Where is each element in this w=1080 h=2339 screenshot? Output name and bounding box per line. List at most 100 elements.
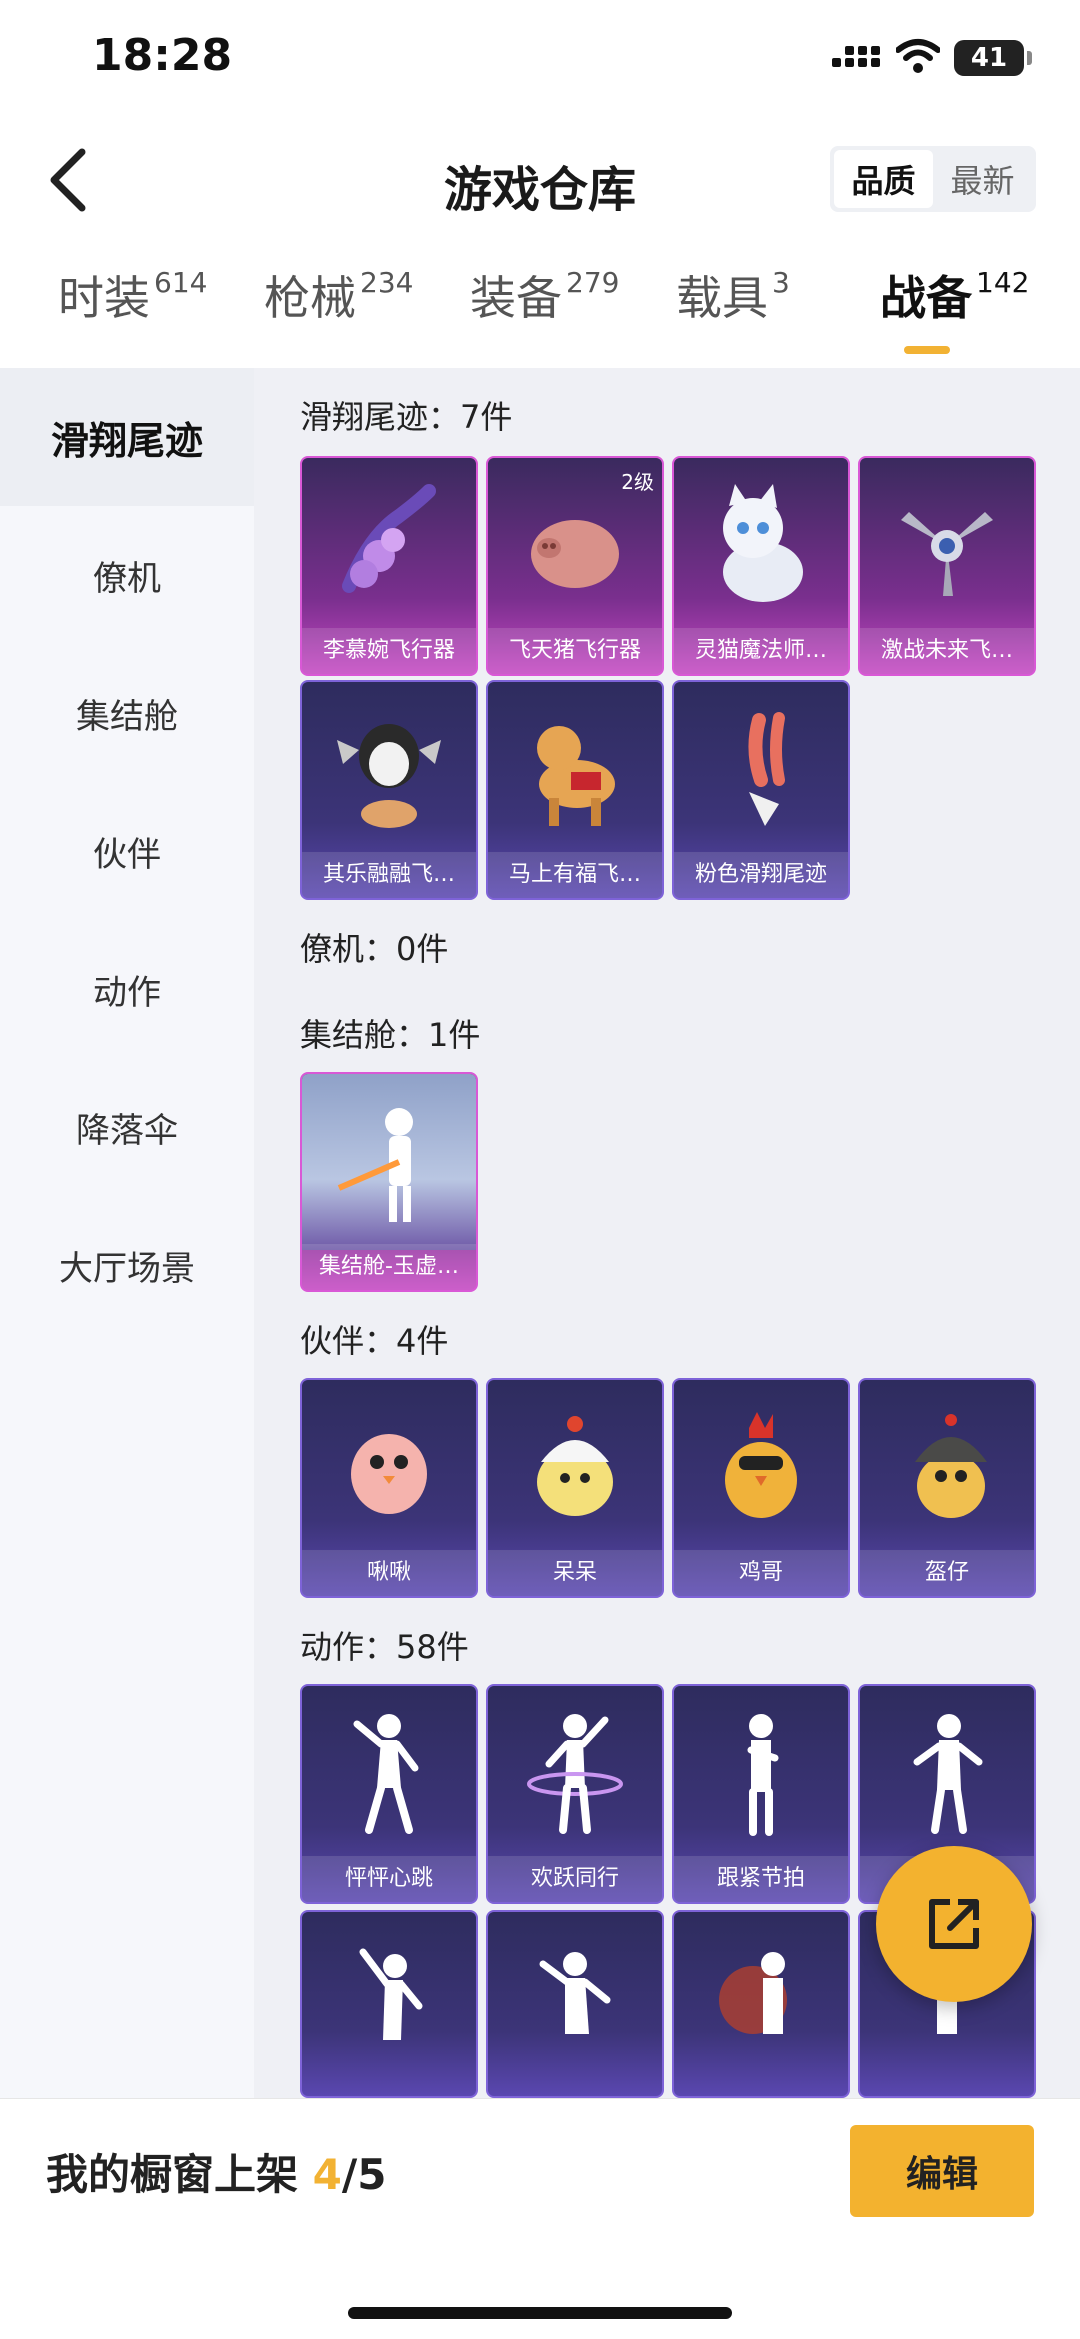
tab-label: 时装 (58, 271, 150, 325)
item-name: 马上有福飞… (488, 852, 662, 898)
sidebar-item-parachute[interactable]: 降落伞 (0, 1058, 254, 1196)
item-name: 其乐融融飞… (302, 852, 476, 898)
item-name: 集结舱-玉虚… (302, 1244, 476, 1290)
item-card[interactable]: 跟紧节拍 (672, 1684, 850, 1904)
future-glider-art (860, 458, 1034, 634)
capsule-art (302, 1074, 476, 1250)
dance-figure-art (674, 1912, 848, 2088)
item-grid: 滑翔尾迹：7件 李慕婉飞行器 2级 飞天猪飞行器 灵猫魔法师… 激战未来飞… 其… (254, 368, 1080, 2098)
item-card[interactable]: 怦怦心跳 (300, 1684, 478, 1904)
dance-figure-art (674, 1686, 848, 1862)
item-card[interactable]: 盔仔 (858, 1378, 1036, 1598)
sort-quality-button[interactable]: 品质 (834, 150, 933, 208)
tab-label: 装备 (470, 271, 562, 325)
tab-count: 279 (566, 266, 620, 299)
section-title-capsule: 集结舱：1件 (300, 1016, 481, 1054)
dance-figure-art (488, 1686, 662, 1862)
pink-trail-art (674, 682, 848, 858)
showcase-label: 我的橱窗上架 (46, 2150, 299, 2199)
item-name: 粉色滑翔尾迹 (674, 852, 848, 898)
tab-label: 战备 (880, 271, 972, 325)
item-card[interactable] (300, 1910, 478, 2098)
sidebar-item-partner[interactable]: 伙伴 (0, 782, 254, 920)
item-card[interactable] (672, 1910, 850, 2098)
item-name: 激战未来飞… (860, 628, 1034, 674)
item-card[interactable]: 集结舱-玉虚… (300, 1072, 478, 1292)
edit-button[interactable]: 编辑 (850, 2125, 1034, 2217)
item-name: 呆呆 (488, 1550, 662, 1596)
status-bar: 18:28 41 (0, 0, 1080, 120)
rooster-art (674, 1380, 848, 1556)
sidebar-item-lobby-scene[interactable]: 大厅场景 (0, 1196, 254, 1334)
sort-newest-button[interactable]: 最新 (933, 150, 1032, 208)
item-name: 欢跃同行 (488, 1856, 662, 1902)
tab-count: 234 (360, 266, 414, 299)
item-card[interactable]: 2级 飞天猪飞行器 (486, 456, 664, 676)
section-title-trail: 滑翔尾迹：7件 (300, 398, 513, 436)
glider-art (302, 458, 476, 634)
item-card[interactable]: 呆呆 (486, 1378, 664, 1598)
item-card[interactable] (486, 1910, 664, 2098)
tab-equipment[interactable]: 装备 279 (470, 262, 619, 362)
tab-count: 614 (154, 266, 208, 299)
item-name: 飞天猪飞行器 (488, 628, 662, 674)
share-button[interactable] (876, 1846, 1032, 2002)
sort-toggle: 品质 最新 (830, 146, 1036, 212)
item-card[interactable]: 其乐融融飞… (300, 680, 478, 900)
cellular-signal-icon (832, 44, 880, 74)
item-card[interactable]: 马上有福飞… (486, 680, 664, 900)
helmet-chick-art (860, 1380, 1034, 1556)
item-name: 怦怦心跳 (302, 1856, 476, 1902)
section-title-partner: 伙伴：4件 (300, 1322, 449, 1360)
sidebar: 滑翔尾迹 僚机 集结舱 伙伴 动作 降落伞 大厅场景 (0, 368, 254, 2098)
item-card[interactable]: 灵猫魔法师… (672, 456, 850, 676)
section-title-wingman: 僚机：0件 (300, 930, 449, 968)
item-name: 李慕婉飞行器 (302, 628, 476, 674)
item-name: 鸡哥 (674, 1550, 848, 1596)
tab-vehicles[interactable]: 载具 3 (676, 262, 790, 362)
sidebar-item-trail[interactable]: 滑翔尾迹 (0, 368, 254, 506)
showcase-current: 4 (312, 2150, 342, 2199)
showcase-total: /5 (341, 2150, 387, 2199)
section-title-emote: 动作：58件 (300, 1628, 469, 1666)
dance-figure-art (488, 1912, 662, 2088)
dance-figure-art (302, 1912, 476, 2088)
horse-glider-art (488, 682, 662, 858)
yellow-chick-art (488, 1380, 662, 1556)
flying-pig-art (488, 458, 662, 634)
wifi-icon (896, 39, 940, 73)
pink-chick-art (302, 1380, 476, 1556)
tab-battle-prep[interactable]: 战备 142 (880, 262, 1029, 362)
category-tabs: 时装 614 枪械 234 装备 279 载具 3 战备 142 (0, 262, 1080, 368)
item-card[interactable]: 李慕婉飞行器 (300, 456, 478, 676)
showcase-status: 我的橱窗上架 4/5 (46, 2141, 386, 2202)
item-card[interactable]: 鸡哥 (672, 1378, 850, 1598)
battery-icon: 41 (954, 40, 1032, 76)
share-icon (929, 1899, 979, 1949)
sidebar-item-capsule[interactable]: 集结舱 (0, 644, 254, 782)
item-card[interactable]: 粉色滑翔尾迹 (672, 680, 850, 900)
tab-guns[interactable]: 枪械 234 (264, 262, 413, 362)
item-card[interactable]: 啾啾 (300, 1378, 478, 1598)
tab-fashion[interactable]: 时装 614 (58, 262, 207, 362)
item-name: 跟紧节拍 (674, 1856, 848, 1902)
item-name: 盔仔 (860, 1550, 1034, 1596)
tab-count: 3 (772, 266, 790, 299)
tab-label: 枪械 (264, 271, 356, 325)
sidebar-item-emote[interactable]: 动作 (0, 920, 254, 1058)
penguin-glider-art (302, 682, 476, 858)
active-tab-indicator (904, 346, 950, 354)
magic-cat-art (674, 458, 848, 634)
dance-figure-art (302, 1686, 476, 1862)
item-card[interactable]: 欢跃同行 (486, 1684, 664, 1904)
dance-figure-art (860, 1686, 1034, 1862)
tab-label: 载具 (676, 271, 768, 325)
bottom-bar: 我的橱窗上架 4/5 编辑 (0, 2098, 1080, 2339)
home-indicator (348, 2307, 732, 2319)
status-time: 18:28 (92, 30, 233, 81)
item-name: 灵猫魔法师… (674, 628, 848, 674)
header: 游戏仓库 品质 最新 (0, 120, 1080, 240)
sidebar-item-wingman[interactable]: 僚机 (0, 506, 254, 644)
tab-count: 142 (976, 266, 1030, 299)
item-card[interactable]: 激战未来飞… (858, 456, 1036, 676)
